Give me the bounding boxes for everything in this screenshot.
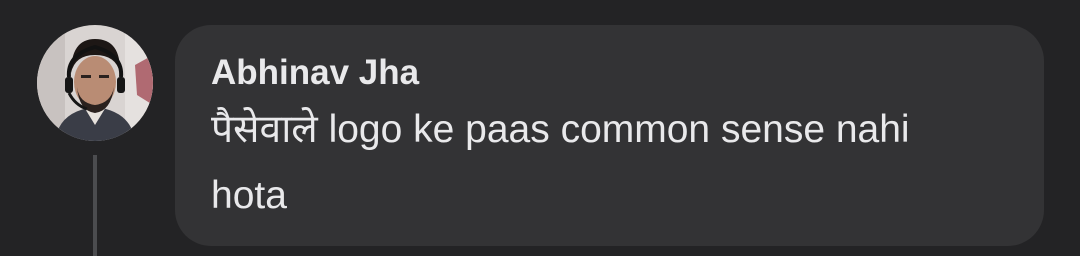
comment-thread: Abhinav Jha पैसेवाले logo ke paas common…: [0, 0, 1080, 256]
comment-text: पैसेवाले logo ke paas common sense nahi …: [211, 108, 910, 217]
comment-author[interactable]: Abhinav Jha: [211, 52, 1008, 94]
thread-line: [93, 155, 97, 256]
profile-photo: [37, 25, 153, 141]
avatar[interactable]: [37, 25, 153, 141]
comment-bubble: Abhinav Jha पैसेवाले logo ke paas common…: [175, 25, 1044, 246]
